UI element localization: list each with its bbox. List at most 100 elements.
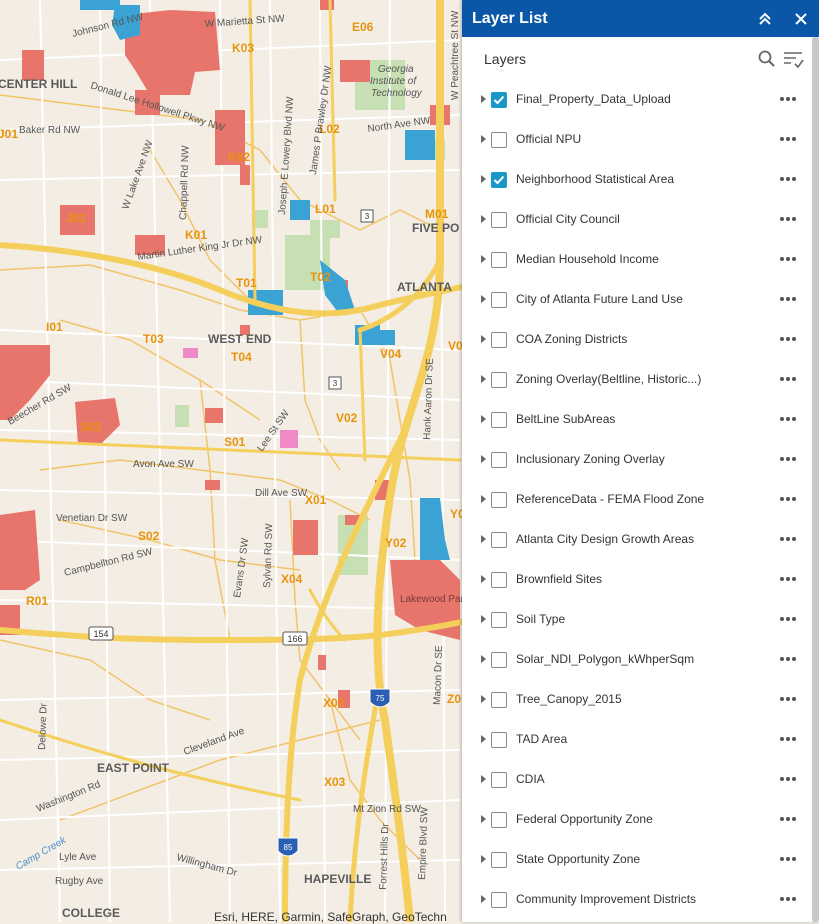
caret-right-icon[interactable] [481, 335, 486, 343]
layer-visibility-checkbox[interactable] [491, 532, 507, 548]
layer-visibility-checkbox[interactable] [491, 612, 507, 628]
svg-text:S02: S02 [138, 529, 160, 543]
caret-right-icon[interactable] [481, 535, 486, 543]
more-dots-icon[interactable] [778, 172, 798, 186]
layer-visibility-checkbox[interactable] [491, 372, 507, 388]
caret-right-icon[interactable] [481, 375, 486, 383]
layer-row[interactable]: City of Atlanta Future Land Use [462, 280, 805, 320]
caret-right-icon[interactable] [481, 895, 486, 903]
more-dots-icon[interactable] [778, 892, 798, 906]
caret-right-icon[interactable] [481, 95, 486, 103]
more-dots-icon[interactable] [778, 852, 798, 866]
svg-text:Avon Ave SW: Avon Ave SW [133, 459, 194, 470]
layer-row[interactable]: Final_Property_Data_Upload [462, 80, 805, 120]
layer-row[interactable]: TAD Area [462, 720, 805, 760]
scrollbar[interactable] [812, 37, 819, 922]
layer-row[interactable]: CDIA [462, 760, 805, 800]
layer-row[interactable]: Tree_Canopy_2015 [462, 680, 805, 720]
more-dots-icon[interactable] [778, 572, 798, 586]
layer-label: Zoning Overlay(Beltline, Historic...) [516, 372, 702, 386]
svg-text:R01: R01 [26, 594, 48, 608]
more-dots-icon[interactable] [778, 612, 798, 626]
layer-row[interactable]: Median Household Income [462, 240, 805, 280]
layer-label: Final_Property_Data_Upload [516, 92, 671, 106]
layer-row[interactable]: ReferenceData - FEMA Flood Zone [462, 480, 805, 520]
layer-visibility-checkbox[interactable] [491, 572, 507, 588]
svg-text:Baker Rd NW: Baker Rd NW [19, 125, 81, 136]
layer-row[interactable]: Zoning Overlay(Beltline, Historic...) [462, 360, 805, 400]
more-dots-icon[interactable] [778, 732, 798, 746]
layer-row[interactable]: State Opportunity Zone [462, 840, 805, 880]
close-button[interactable] [788, 0, 814, 37]
filter-list-icon[interactable] [782, 49, 804, 69]
layer-visibility-checkbox[interactable] [491, 292, 507, 308]
layer-row[interactable]: Neighborhood Statistical Area [462, 160, 805, 200]
more-dots-icon[interactable] [778, 372, 798, 386]
more-dots-icon[interactable] [778, 692, 798, 706]
layer-visibility-checkbox[interactable] [491, 132, 507, 148]
layer-row[interactable]: Official City Council [462, 200, 805, 240]
more-dots-icon[interactable] [778, 292, 798, 306]
caret-right-icon[interactable] [481, 775, 486, 783]
more-dots-icon[interactable] [778, 652, 798, 666]
caret-right-icon[interactable] [481, 815, 486, 823]
more-dots-icon[interactable] [778, 132, 798, 146]
more-dots-icon[interactable] [778, 92, 798, 106]
layer-row[interactable]: COA Zoning Districts [462, 320, 805, 360]
layer-label: COA Zoning Districts [516, 332, 628, 346]
more-dots-icon[interactable] [778, 412, 798, 426]
caret-right-icon[interactable] [481, 295, 486, 303]
collapse-button[interactable] [752, 0, 778, 37]
caret-right-icon[interactable] [481, 255, 486, 263]
layer-visibility-checkbox[interactable] [491, 852, 507, 868]
layer-visibility-checkbox[interactable] [491, 172, 507, 188]
layer-row[interactable]: Official NPU [462, 120, 805, 160]
route-166-shield: 166 [282, 631, 308, 646]
search-icon[interactable] [757, 49, 777, 69]
layer-visibility-checkbox[interactable] [491, 212, 507, 228]
more-dots-icon[interactable] [778, 212, 798, 226]
layer-row[interactable]: Solar_NDI_Polygon_kWhperSqm [462, 640, 805, 680]
layer-row[interactable]: Soil Type [462, 600, 805, 640]
caret-right-icon[interactable] [481, 855, 486, 863]
layer-visibility-checkbox[interactable] [491, 652, 507, 668]
layer-visibility-checkbox[interactable] [491, 412, 507, 428]
caret-right-icon[interactable] [481, 415, 486, 423]
scrollbar-thumb[interactable] [812, 37, 819, 922]
layer-visibility-checkbox[interactable] [491, 252, 507, 268]
caret-right-icon[interactable] [481, 215, 486, 223]
layer-row[interactable]: Inclusionary Zoning Overlay [462, 440, 805, 480]
caret-right-icon[interactable] [481, 135, 486, 143]
more-dots-icon[interactable] [778, 452, 798, 466]
layer-visibility-checkbox[interactable] [491, 772, 507, 788]
layer-visibility-checkbox[interactable] [491, 692, 507, 708]
svg-text:Z0: Z0 [447, 692, 461, 706]
more-dots-icon[interactable] [778, 252, 798, 266]
caret-right-icon[interactable] [481, 655, 486, 663]
caret-right-icon[interactable] [481, 735, 486, 743]
caret-right-icon[interactable] [481, 455, 486, 463]
layer-row[interactable]: Community Improvement Districts [462, 880, 805, 920]
caret-right-icon[interactable] [481, 175, 486, 183]
layer-row[interactable]: Atlanta City Design Growth Areas [462, 520, 805, 560]
more-dots-icon[interactable] [778, 772, 798, 786]
more-dots-icon[interactable] [778, 492, 798, 506]
more-dots-icon[interactable] [778, 332, 798, 346]
layer-visibility-checkbox[interactable] [491, 92, 507, 108]
layer-row[interactable]: Federal Opportunity Zone [462, 800, 805, 840]
more-dots-icon[interactable] [778, 812, 798, 826]
layer-row[interactable]: Brownfield Sites [462, 560, 805, 600]
layer-visibility-checkbox[interactable] [491, 732, 507, 748]
layer-visibility-checkbox[interactable] [491, 332, 507, 348]
layer-visibility-checkbox[interactable] [491, 892, 507, 908]
caret-right-icon[interactable] [481, 575, 486, 583]
layer-visibility-checkbox[interactable] [491, 492, 507, 508]
caret-right-icon[interactable] [481, 695, 486, 703]
more-dots-icon[interactable] [778, 532, 798, 546]
layer-visibility-checkbox[interactable] [491, 812, 507, 828]
layer-row[interactable]: BeltLine SubAreas [462, 400, 805, 440]
layer-visibility-checkbox[interactable] [491, 452, 507, 468]
caret-right-icon[interactable] [481, 495, 486, 503]
caret-right-icon[interactable] [481, 615, 486, 623]
svg-text:V0: V0 [448, 339, 463, 353]
